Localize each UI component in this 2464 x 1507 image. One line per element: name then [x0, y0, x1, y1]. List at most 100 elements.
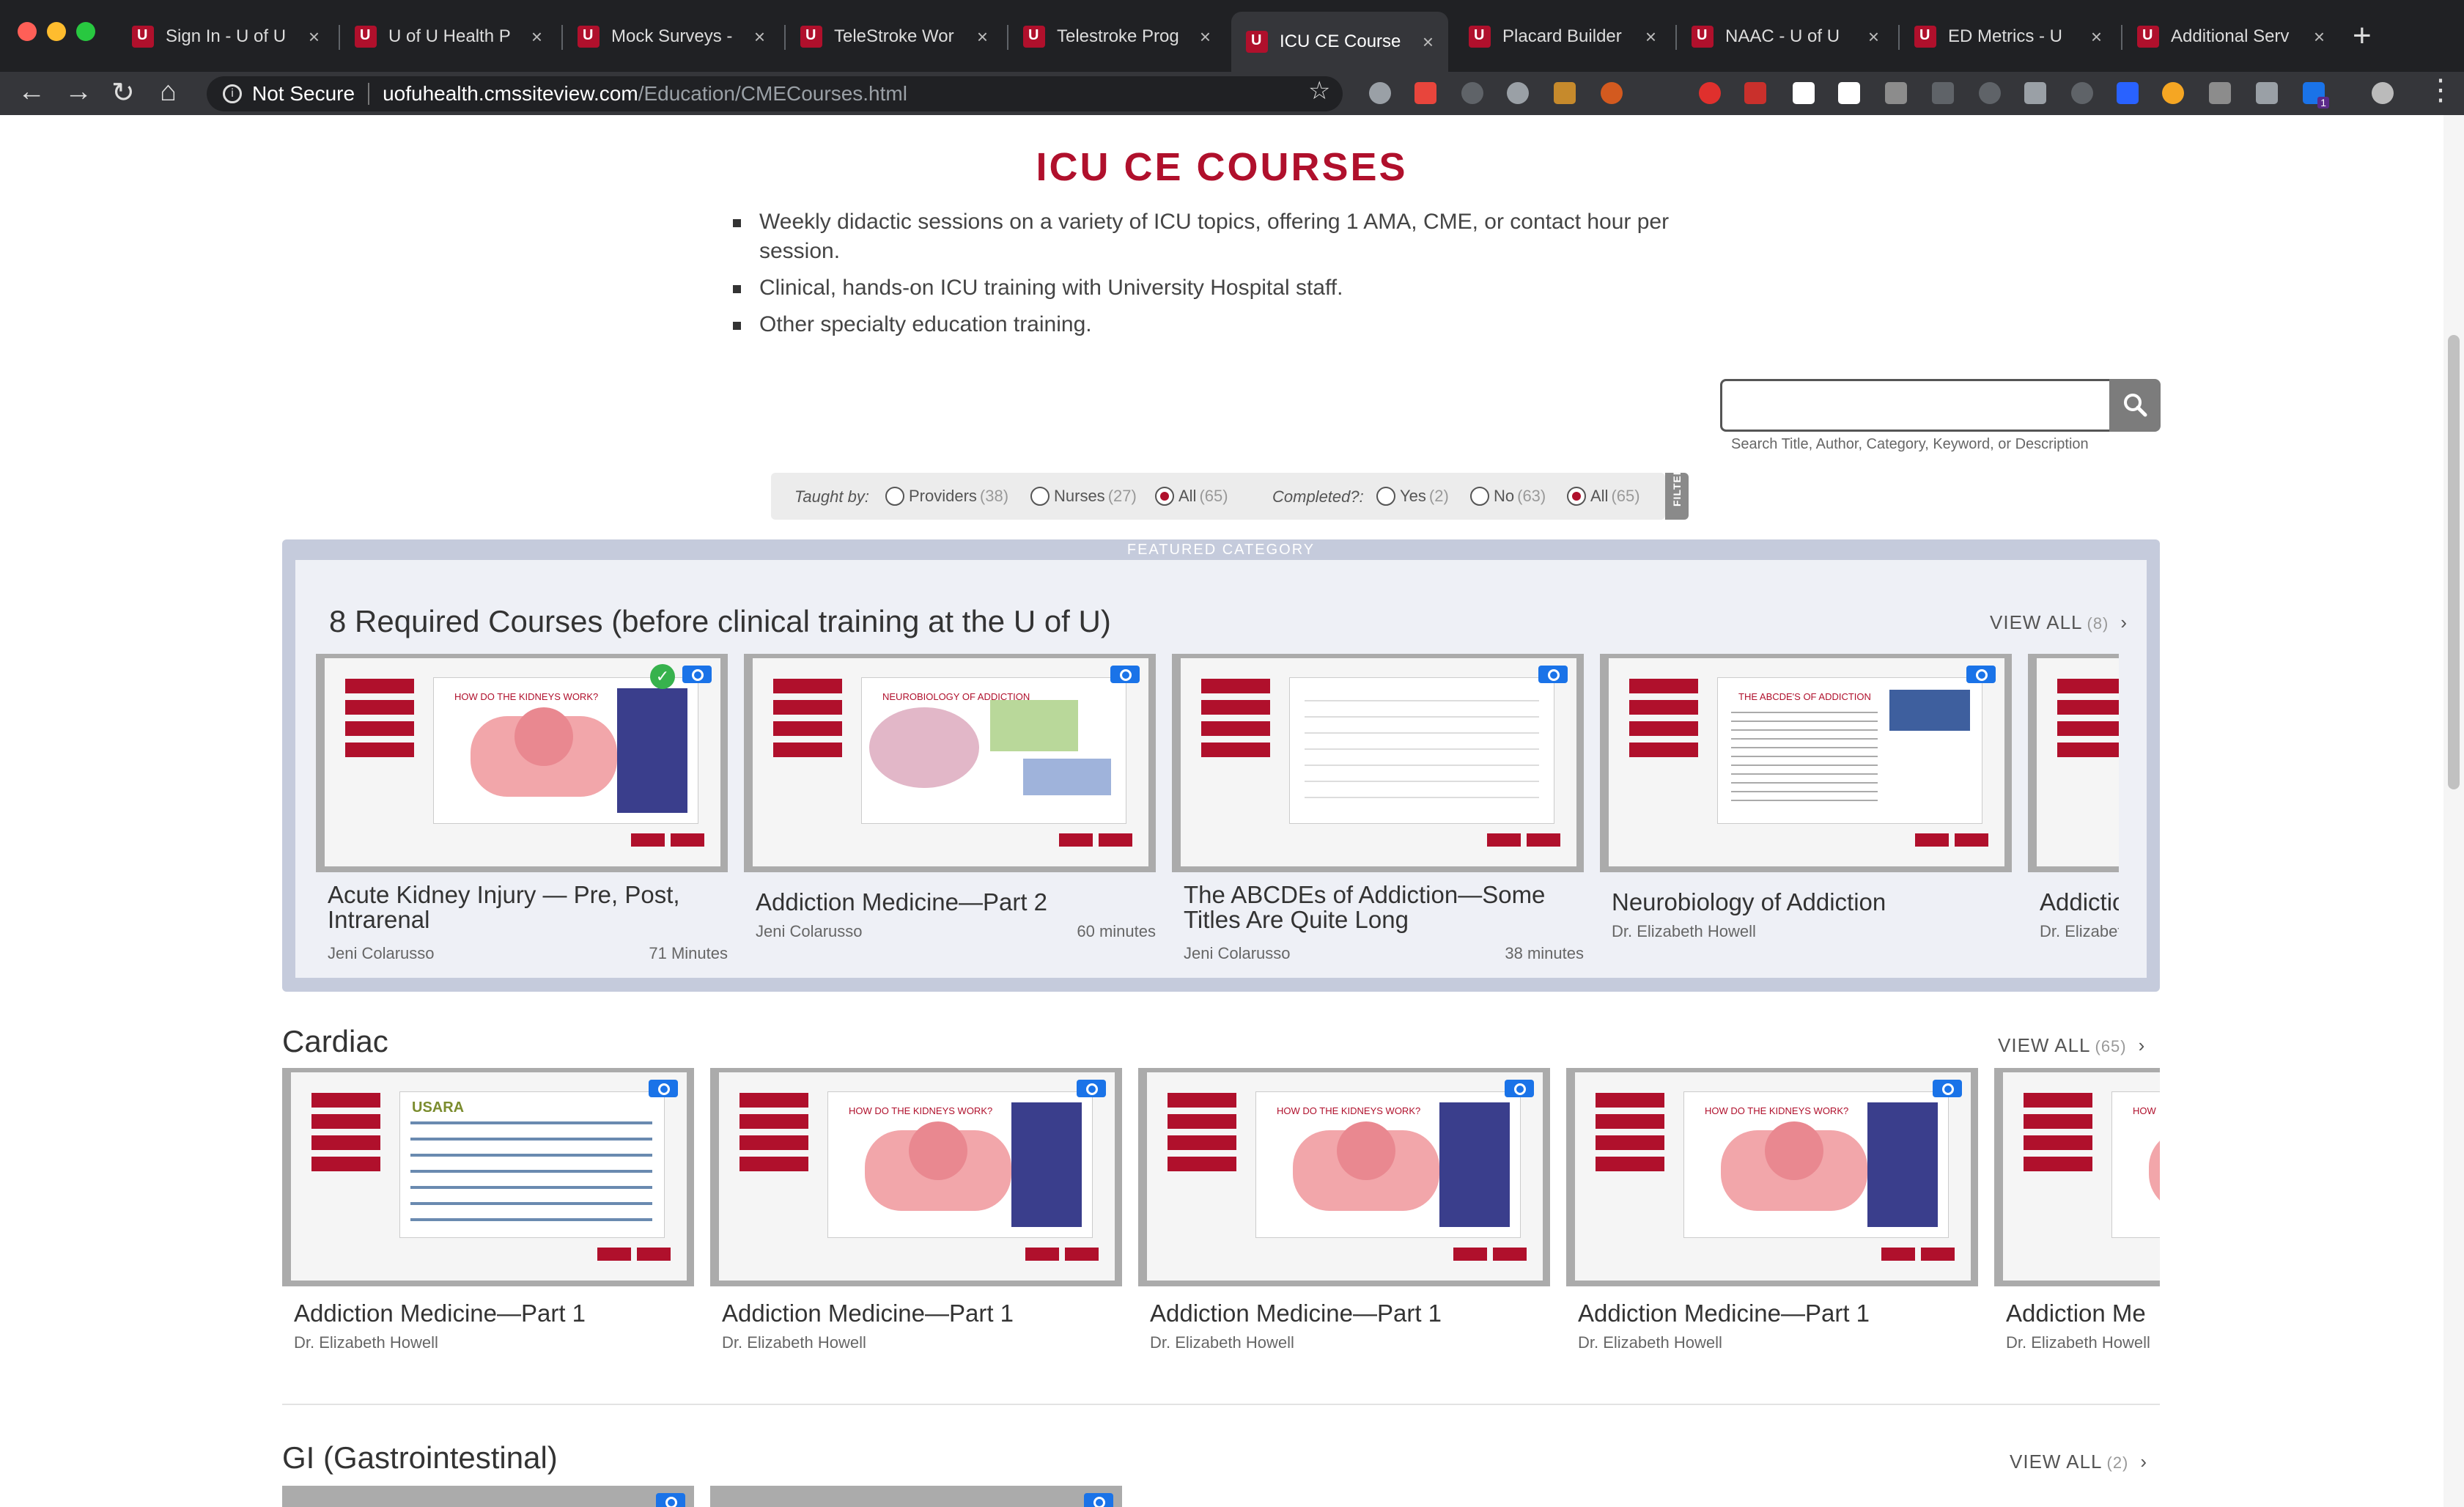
home-icon[interactable]: ⌂ [160, 76, 177, 108]
search-button[interactable] [2109, 379, 2161, 432]
course-title[interactable]: Addiction Medicine—Part 1 [1150, 1301, 1546, 1326]
close-tab-icon[interactable]: × [977, 26, 988, 48]
maximize-window-button[interactable] [76, 22, 95, 41]
close-tab-icon[interactable]: × [309, 26, 320, 48]
radio-dot[interactable] [1030, 487, 1050, 506]
radio-taught-all[interactable]: All (65) [1155, 487, 1228, 506]
radio-taught-providers[interactable]: Providers (38) [885, 487, 1008, 506]
extension-circle-icon[interactable] [1507, 82, 1529, 104]
course-thumbnail[interactable]: HOW [1994, 1068, 2160, 1286]
course-thumbnail[interactable]: HOW DO THE KIDNEYS WORK? [710, 1068, 1122, 1286]
browser-tab[interactable]: Telestroke Prog × [1008, 10, 1225, 63]
course-card[interactable]: Addiction Dr. Elizabeth [2028, 654, 2119, 976]
extension-pdf-icon[interactable] [1744, 82, 1766, 104]
forward-icon[interactable]: → [64, 76, 92, 108]
extension-tb-icon[interactable] [2209, 82, 2231, 104]
profile-avatar[interactable] [2372, 82, 2394, 104]
play-icon[interactable] [1505, 1080, 1534, 1097]
course-card[interactable]: The ABCDEs of Addiction—Some Titles Are … [1172, 654, 1597, 976]
radio-dot-selected[interactable] [1567, 487, 1586, 506]
radio-dot[interactable] [1376, 487, 1395, 506]
course-thumbnail[interactable]: THE ABCDE'S OF ADDICTION [1600, 654, 2012, 872]
address-bar[interactable]: i Not Secure uofuhealth.cmssiteview.com /… [207, 76, 1343, 111]
extension-badge-icon[interactable]: 1 [2303, 82, 2329, 108]
course-thumbnail[interactable]: USARA [282, 1068, 694, 1286]
extension-wordpress-icon[interactable] [1461, 82, 1483, 104]
course-title[interactable]: Addiction Medicine—Part 1 [722, 1301, 1118, 1326]
play-icon[interactable] [1110, 666, 1140, 683]
info-icon[interactable]: i [223, 84, 242, 103]
play-icon[interactable] [1966, 666, 1996, 683]
extension-question-icon[interactable] [1838, 82, 1860, 104]
browser-tab[interactable]: Additional Serv × [2122, 10, 2339, 63]
browser-tab[interactable]: Mock Surveys - × [563, 10, 780, 63]
extension-rocket-icon[interactable] [1932, 82, 1954, 104]
extension-todoist-icon[interactable] [1414, 82, 1436, 104]
browser-tab[interactable]: Sign In - U of U × [117, 10, 334, 63]
course-title[interactable]: Addiction Medicine—Part 1 [1578, 1301, 1974, 1326]
course-thumbnail[interactable] [2028, 654, 2119, 872]
course-card[interactable]: HOW DO THE KIDNEYS WORK? Addiction Medic… [710, 1068, 1122, 1390]
course-card[interactable]: NEUROBIOLOGY OF ADDICTION Addiction Medi… [744, 654, 1169, 976]
extension-orange-icon[interactable] [1601, 82, 1623, 104]
close-tab-icon[interactable]: × [1200, 26, 1211, 48]
gi-view-all-link[interactable]: VIEW ALL (2) › [2010, 1451, 2147, 1473]
extension-s-icon[interactable] [1885, 82, 1907, 104]
browser-tab[interactable]: NAAC - U of U × [1677, 10, 1894, 63]
play-icon[interactable] [1084, 1493, 1113, 1507]
radio-dot[interactable] [1470, 487, 1489, 506]
cardiac-view-all-link[interactable]: VIEW ALL (65) › [1998, 1034, 2145, 1057]
radio-dot-selected[interactable] [1155, 487, 1174, 506]
browser-tab[interactable]: U of U Health P × [340, 10, 557, 63]
new-tab-button[interactable]: + [2353, 18, 2372, 54]
course-title[interactable]: Addiction Medicine—Part 2 [756, 890, 1151, 915]
course-title[interactable]: The ABCDEs of Addiction—Some Titles Are … [1184, 883, 1579, 932]
course-thumbnail[interactable]: HOW DO THE KIDNEYS WORK? [1566, 1068, 1978, 1286]
extension-info-circle-icon[interactable] [2071, 82, 2093, 104]
course-title[interactable]: Addiction Medicine—Part 1 [294, 1301, 690, 1326]
play-icon[interactable] [1077, 1080, 1106, 1097]
course-card[interactable]: USARA Addiction Medicine—Part 1 Dr. Eliz… [282, 1068, 694, 1390]
extension-white-square-icon[interactable] [1793, 82, 1815, 104]
course-card[interactable]: HOW DO THE KIDNEYS WORK? Addiction Medic… [1138, 1068, 1550, 1390]
course-title[interactable]: Addiction [2040, 890, 2119, 915]
close-window-button[interactable] [18, 22, 37, 41]
course-card[interactable]: THE ABCDE'S OF ADDICTION Neurobiology of… [1600, 654, 2025, 976]
radio-taught-nurses[interactable]: Nurses (27) [1030, 487, 1137, 506]
close-tab-icon[interactable]: × [1645, 26, 1656, 48]
course-card[interactable]: HOW Addiction Me Dr. Elizabeth Howell [1994, 1068, 2160, 1390]
minimize-window-button[interactable] [47, 22, 66, 41]
close-tab-icon[interactable]: × [1868, 26, 1879, 48]
filter-toggle-button[interactable]: FILTER [1665, 467, 1689, 520]
course-thumbnail[interactable] [710, 1486, 1122, 1507]
play-icon[interactable] [1933, 1080, 1962, 1097]
extension-e-icon[interactable] [2117, 82, 2139, 104]
course-title[interactable]: Addiction Me [2006, 1301, 2160, 1326]
radio-dot[interactable] [885, 487, 904, 506]
close-tab-icon[interactable]: × [2091, 26, 2102, 48]
search-input[interactable] [1720, 379, 2111, 432]
extension-u-icon[interactable] [2024, 82, 2046, 104]
extension-gear-icon[interactable] [1369, 82, 1391, 104]
close-tab-icon[interactable]: × [2314, 26, 2325, 48]
back-icon[interactable]: ← [18, 76, 45, 108]
extension-figure-icon[interactable] [1554, 82, 1576, 104]
extension-shield-icon[interactable] [1699, 82, 1721, 104]
course-title[interactable]: Neurobiology of Addiction [1612, 890, 2007, 915]
radio-completed-no[interactable]: No (63) [1470, 487, 1546, 506]
scrollbar[interactable] [2443, 115, 2464, 1507]
course-card[interactable]: HOW DO THE KIDNEYS WORK? Addiction Medic… [1566, 1068, 1978, 1390]
browser-tab[interactable]: ED Metrics - U × [1900, 10, 2117, 63]
extension-g-icon[interactable] [2162, 82, 2184, 104]
extension-js-icon[interactable] [2256, 82, 2278, 104]
browser-tab-active[interactable]: ICU CE Course × [1231, 12, 1448, 72]
browser-tab[interactable]: TeleStroke Wor × [786, 10, 1003, 63]
close-tab-icon[interactable]: × [531, 26, 542, 48]
course-title[interactable]: Acute Kidney Injury — Pre, Post, Intrare… [328, 883, 723, 932]
course-thumbnail[interactable] [1172, 654, 1584, 872]
close-tab-icon[interactable]: × [1423, 31, 1434, 54]
play-icon[interactable] [1538, 666, 1568, 683]
reload-icon[interactable]: ↻ [111, 76, 135, 109]
extension-sync-icon[interactable] [1979, 82, 2001, 104]
scrollbar-thumb[interactable] [2448, 335, 2460, 789]
